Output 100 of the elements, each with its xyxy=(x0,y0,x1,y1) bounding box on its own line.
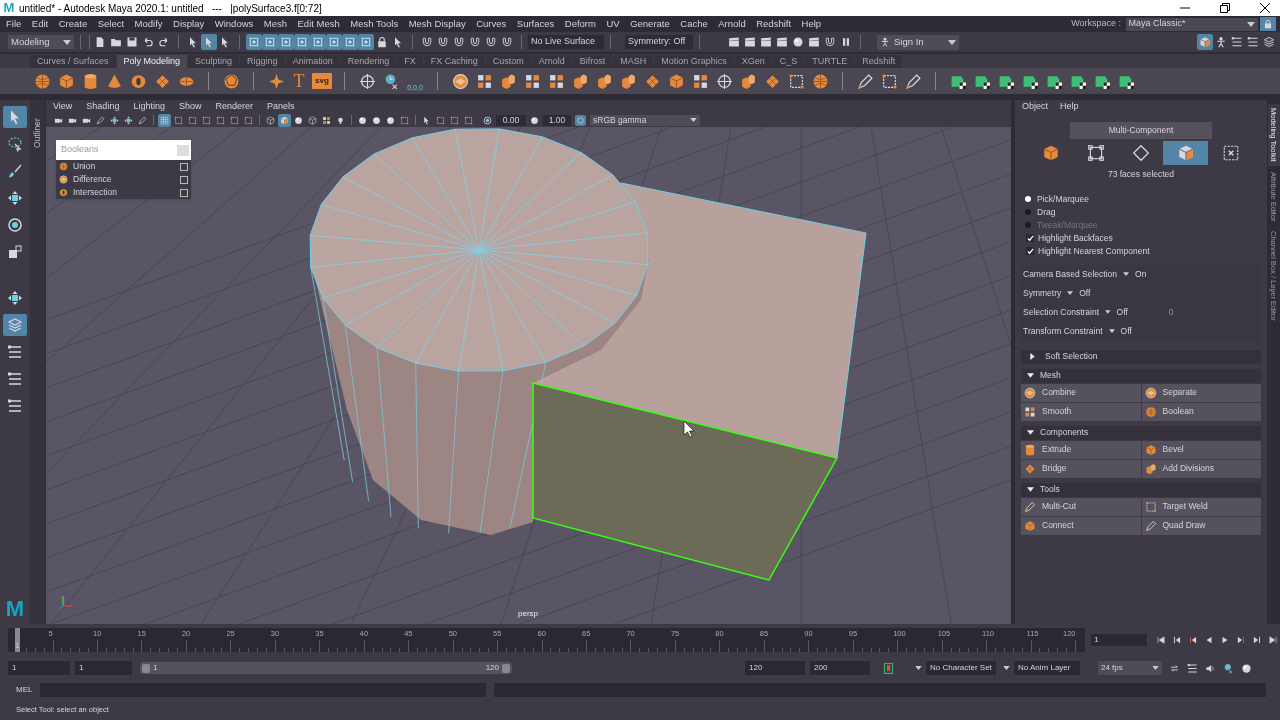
shelf-tab[interactable]: Custom xyxy=(485,55,531,68)
menu-item[interactable]: UV xyxy=(606,16,620,32)
shelf-tab[interactable]: FX xyxy=(397,55,423,68)
shelf-tab[interactable]: XGen xyxy=(734,55,772,68)
menu-item[interactable]: Edit Mesh xyxy=(297,16,340,32)
panel-menu-item[interactable]: Panels xyxy=(266,99,295,114)
panel-menu-item[interactable]: Object xyxy=(1022,99,1048,114)
menu-item[interactable]: Windows xyxy=(214,16,254,32)
tool-button[interactable]: Quad Draw xyxy=(1141,516,1261,535)
setting-value[interactable]: Off xyxy=(1079,286,1130,300)
setting-label: Transform Constraint xyxy=(1023,324,1103,338)
menu-item[interactable]: Modify xyxy=(134,16,163,32)
section-header[interactable]: Tools xyxy=(1021,482,1261,497)
shelf-tab[interactable]: Motion Graphics xyxy=(654,55,734,68)
menu-item[interactable]: Help xyxy=(801,16,822,32)
shelf-tab[interactable]: Bifrost xyxy=(572,55,613,68)
panel-menu-item[interactable]: Help xyxy=(1060,99,1079,114)
script-language-label[interactable]: MEL xyxy=(16,684,40,696)
shelf-tab[interactable]: C_S xyxy=(772,55,805,68)
panel-menu-item[interactable]: Show xyxy=(178,99,202,114)
current-frame-field[interactable]: 1 xyxy=(1091,634,1147,646)
tool-button[interactable]: Target Weld xyxy=(1141,497,1261,516)
shelf-tab[interactable]: Redshift xyxy=(855,55,903,68)
character-set-field[interactable]: No Character Set xyxy=(926,661,996,675)
shelf-tab[interactable]: MASH xyxy=(613,55,654,68)
sign-in-dropdown[interactable]: Sign In xyxy=(877,34,959,50)
pick-mode-label[interactable]: Drag xyxy=(1037,205,1056,219)
shelf-tab[interactable]: Sculpting xyxy=(188,55,240,68)
text-tool-button[interactable]: T xyxy=(288,70,310,92)
fps-dropdown[interactable]: 24 fps xyxy=(1098,661,1162,675)
mode-dropdown[interactable]: Modeling xyxy=(8,35,74,49)
option-checkbox[interactable]: Highlight Backfaces xyxy=(1021,231,1261,245)
tool-button[interactable]: Extrude xyxy=(1021,440,1141,459)
symmetry-dropdown[interactable]: Symmetry: Off xyxy=(625,35,693,49)
shelf-tab[interactable]: FX Caching xyxy=(423,55,485,68)
shelf-tab[interactable]: Curves / Surfaces xyxy=(30,55,116,68)
menu-item[interactable]: Mesh Display xyxy=(408,16,466,32)
shelf-tab[interactable]: Poly Modeling xyxy=(116,55,188,68)
menu-item[interactable]: Curves xyxy=(476,16,507,32)
tool-button[interactable]: Separate xyxy=(1141,383,1261,402)
color-space-dropdown[interactable]: sRGB gamma xyxy=(590,114,700,126)
range-slider[interactable]: 1 120 xyxy=(140,662,512,674)
tool-button[interactable]: Combine xyxy=(1021,383,1141,402)
menu-item[interactable]: Create xyxy=(58,16,88,32)
selection-count: 73 faces selected xyxy=(1106,168,1176,181)
anim-layer-field[interactable]: No Anim Layer xyxy=(1014,661,1080,675)
multi-component-button[interactable]: Multi-Component xyxy=(1070,122,1212,139)
section-header[interactable]: Mesh xyxy=(1021,368,1261,383)
section-header[interactable]: Soft Selection xyxy=(1021,349,1261,364)
gamma-field[interactable]: 1.00 xyxy=(543,114,571,126)
menu-item[interactable]: Mesh xyxy=(263,16,288,32)
menu-item[interactable]: Redshift xyxy=(756,16,792,32)
menu-item[interactable]: Surfaces xyxy=(516,16,555,32)
menu-item[interactable]: Cache xyxy=(680,16,708,32)
panel-menu-item[interactable]: Shading xyxy=(86,99,120,114)
tool-button[interactable]: Add Divisions xyxy=(1141,459,1261,478)
outliner-tab[interactable]: Outliner xyxy=(31,104,44,148)
menu-item[interactable]: Display xyxy=(173,16,205,32)
section-header[interactable]: Components xyxy=(1021,425,1261,440)
setting-value[interactable]: Off xyxy=(1120,324,1171,338)
tool-button[interactable]: Connect xyxy=(1021,516,1141,535)
boolean-menu-item[interactable]: Difference xyxy=(56,173,191,186)
workspace-dropdown[interactable]: Maya Classic* xyxy=(1125,17,1258,31)
tool-button[interactable]: Smooth xyxy=(1021,402,1141,421)
pick-mode-label[interactable]: Pick/Marquee xyxy=(1037,192,1089,206)
shelf-tab[interactable]: Rendering xyxy=(340,55,397,68)
menu-item[interactable]: Edit xyxy=(31,16,49,32)
panel-menu-item[interactable]: View xyxy=(53,99,73,114)
playback-start-field[interactable]: 1 xyxy=(75,661,132,675)
shelf-tab[interactable]: Rigging xyxy=(240,55,285,68)
shelf-tab[interactable]: Arnold xyxy=(531,55,572,68)
setting-value[interactable]: Off xyxy=(1116,305,1163,319)
menu-item[interactable]: File xyxy=(6,16,22,32)
boolean-menu-item[interactable]: Intersection xyxy=(56,186,191,199)
svg-tool-button[interactable]: svg xyxy=(312,73,332,89)
window-title: untitled* - Autodesk Maya 2020.1: untitled --- |polySurface3.f[0:72] xyxy=(19,1,322,16)
setting-label: Camera Based Selection xyxy=(1023,267,1118,281)
tool-button[interactable]: Bridge xyxy=(1021,459,1141,478)
end-frame-field[interactable]: 200 xyxy=(810,661,870,675)
tool-button[interactable]: Bevel xyxy=(1141,440,1261,459)
shelf-tab[interactable]: Animation xyxy=(285,55,340,68)
menu-item[interactable]: Deform xyxy=(564,16,596,32)
menu-item[interactable]: Select xyxy=(97,16,125,32)
shelf-tab[interactable]: TURTLE xyxy=(805,55,855,68)
camera-label: persp xyxy=(518,608,538,620)
panel-menu-item[interactable]: Renderer xyxy=(215,99,253,114)
tool-button[interactable]: Boolean xyxy=(1141,402,1261,421)
menu-item[interactable]: Arnold xyxy=(718,16,746,32)
start-frame-field[interactable]: 1 xyxy=(8,661,70,675)
menu-item[interactable]: Mesh Tools xyxy=(350,16,399,32)
live-surface-field[interactable]: No Live Surface xyxy=(528,35,604,49)
app-logo: M xyxy=(5,598,25,620)
menu-item[interactable]: Generate xyxy=(630,16,670,32)
tool-button[interactable]: Multi-Cut xyxy=(1021,497,1141,516)
boolean-menu-item[interactable]: Union xyxy=(56,160,191,173)
setting-value[interactable]: On xyxy=(1135,267,1186,281)
exposure-field[interactable]: 0.00 xyxy=(496,114,526,126)
panel-menu-item[interactable]: Lighting xyxy=(133,99,165,114)
option-checkbox[interactable]: Highlight Nearest Component xyxy=(1021,244,1261,258)
playback-end-field[interactable]: 120 xyxy=(745,661,805,675)
